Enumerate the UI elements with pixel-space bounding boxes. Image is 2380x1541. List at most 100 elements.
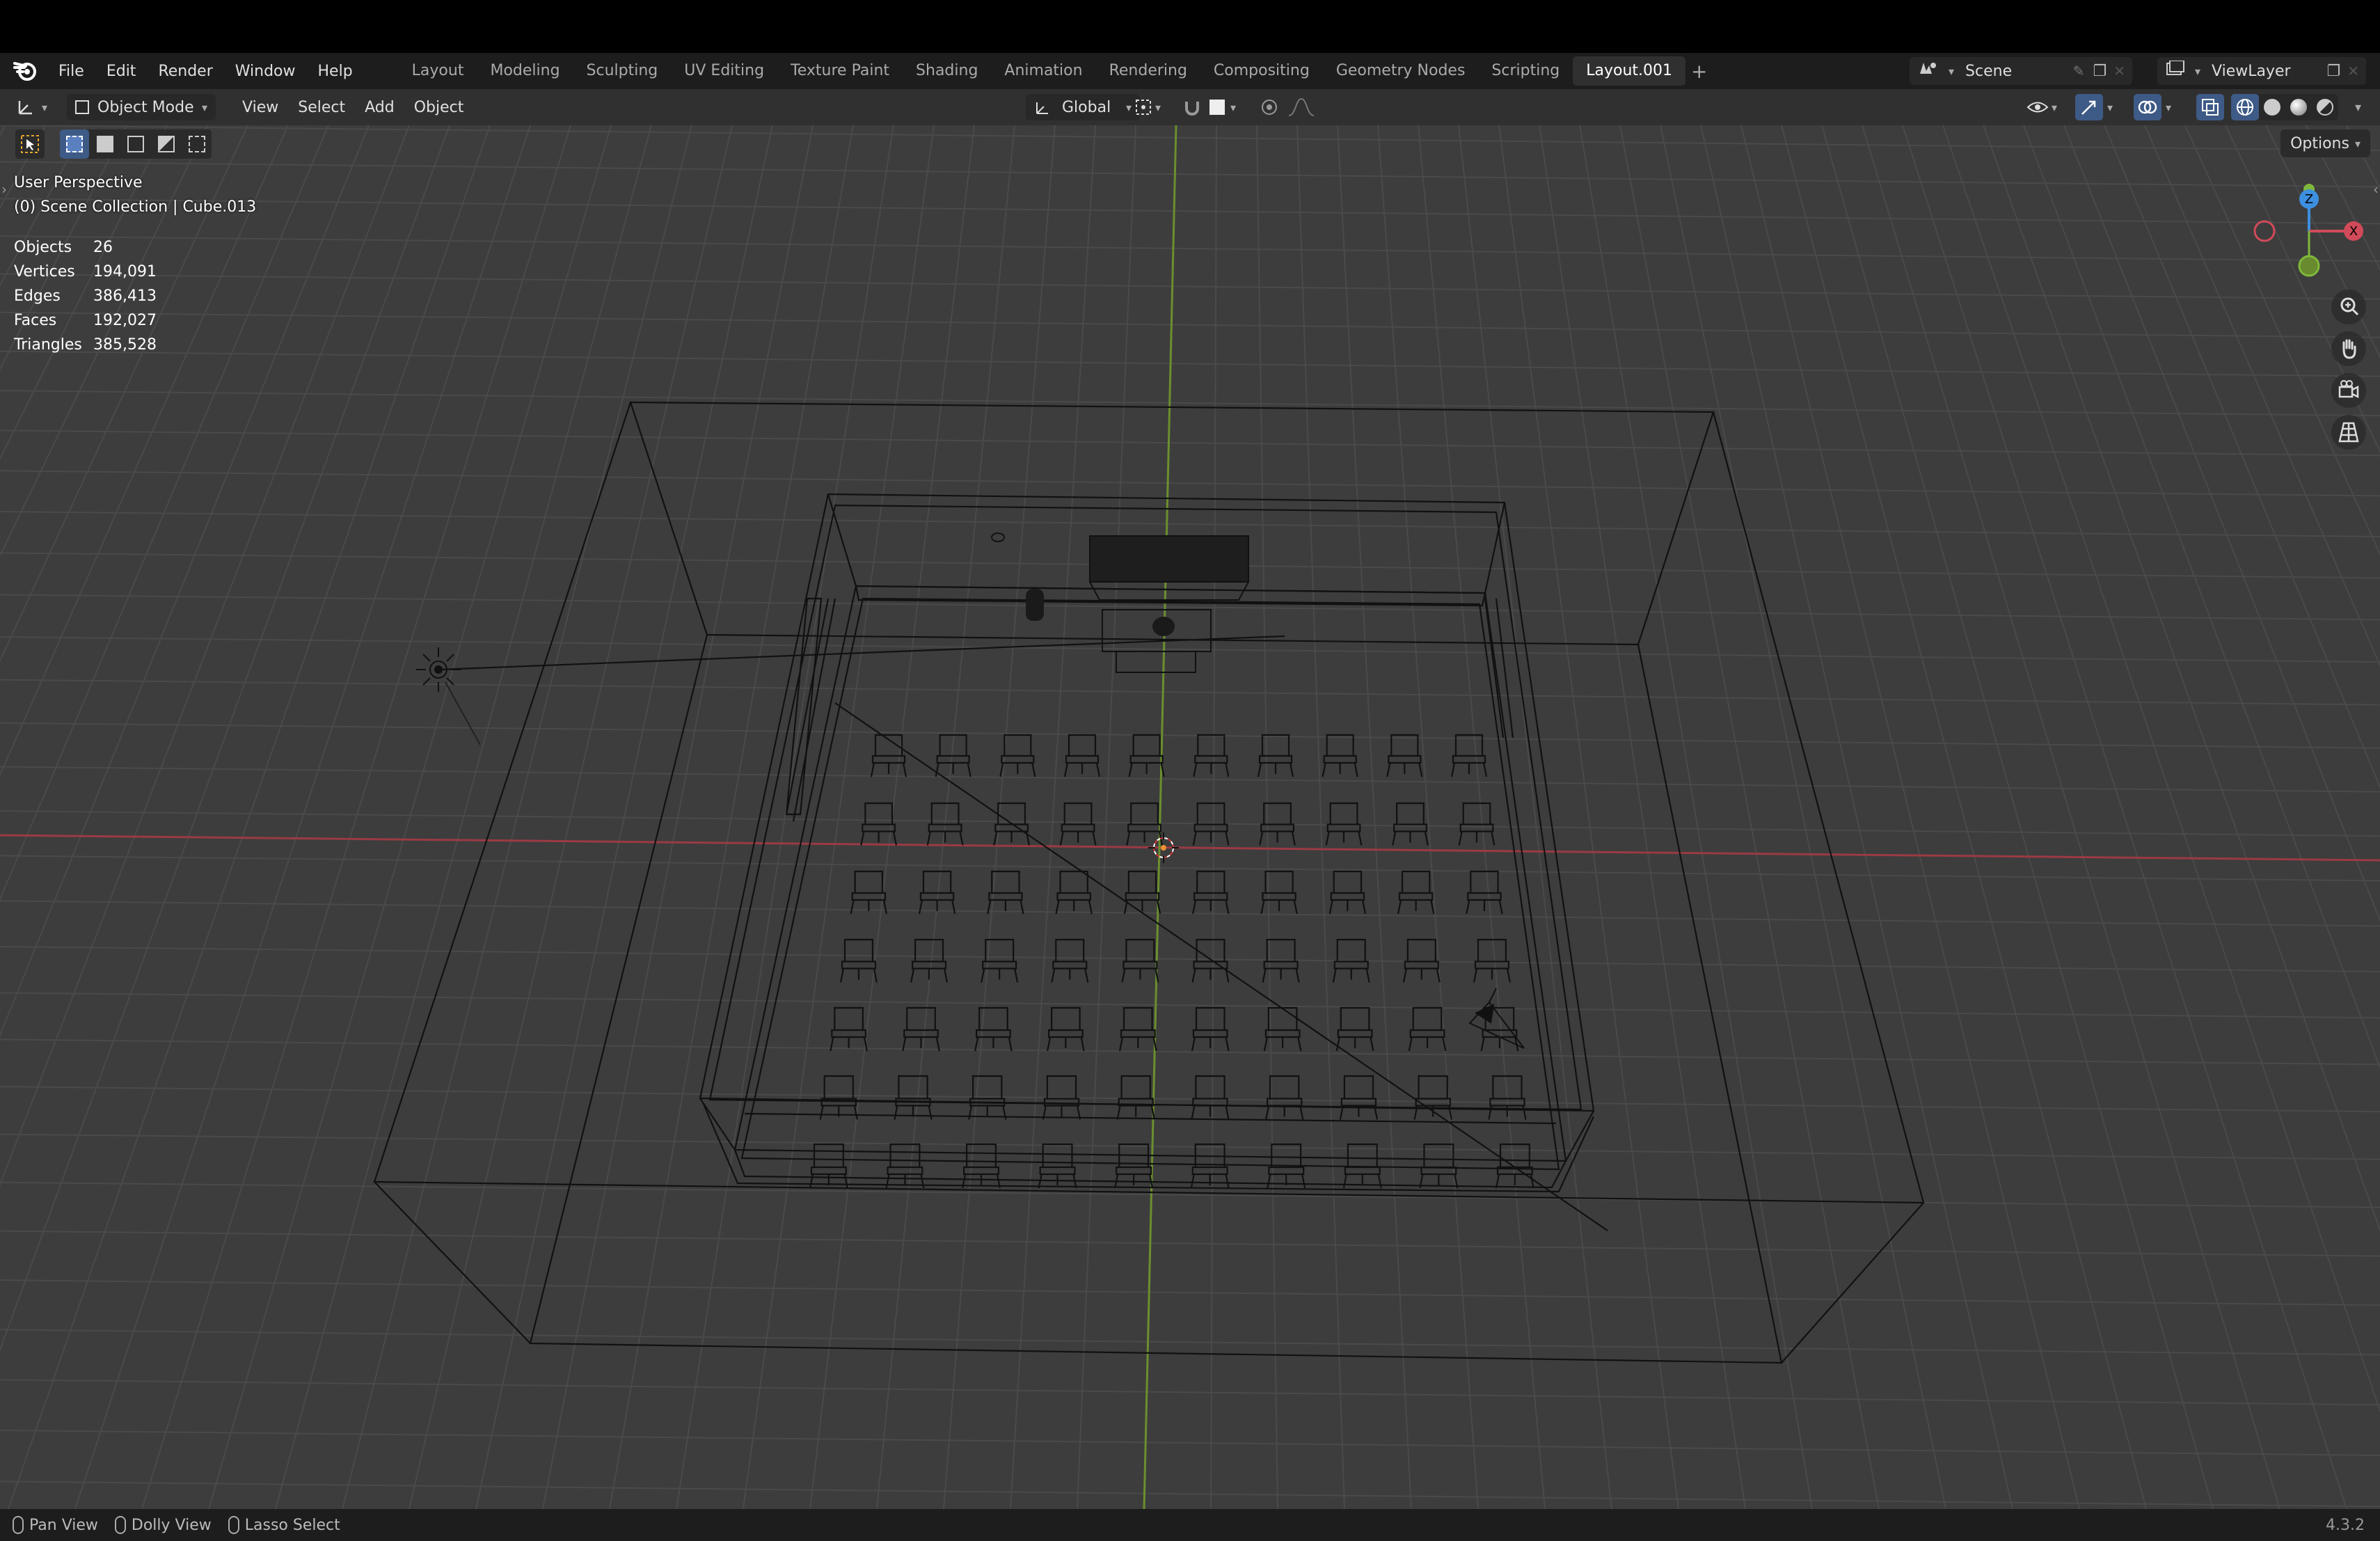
tab-animation[interactable]: Animation	[991, 56, 1095, 86]
solid-sphere-icon	[2264, 99, 2280, 116]
camera-view-button[interactable]	[2331, 373, 2366, 408]
stat-row: Vertices 194,091	[14, 260, 157, 284]
selection-extend-button[interactable]	[90, 129, 120, 159]
scene-name[interactable]: Scene	[1965, 63, 2012, 80]
perspective-toggle-button[interactable]	[2331, 415, 2366, 450]
axis-icon	[18, 101, 32, 115]
workspace-tabs: Layout Modeling Sculpting UV Editing Tex…	[399, 53, 1708, 89]
material-shading-button[interactable]	[2285, 99, 2312, 116]
menu-help[interactable]: Help	[307, 63, 364, 80]
tab-geometry-nodes[interactable]: Geometry Nodes	[1323, 56, 1479, 86]
scene-selector[interactable]: ▾ Scene ✎ ❐ ✕	[1910, 57, 2132, 85]
view-layer-name[interactable]: ViewLayer	[2212, 63, 2291, 80]
tab-layout-001[interactable]: Layout.001	[1573, 56, 1686, 86]
pivot-icon	[1136, 100, 1151, 115]
tab-rendering[interactable]: Rendering	[1096, 56, 1200, 86]
orientation-label: Global	[1062, 98, 1111, 116]
tab-modeling[interactable]: Modeling	[477, 56, 573, 86]
tab-layout[interactable]: Layout	[399, 56, 477, 86]
navigation-gizmo[interactable]: Z X	[2248, 181, 2373, 292]
extend-selection-icon	[97, 136, 113, 152]
close-icon[interactable]: ✕	[2347, 63, 2359, 79]
invert-selection-icon	[158, 136, 175, 152]
rendered-shading-button[interactable]	[2312, 99, 2338, 116]
mouse-icon	[13, 1516, 24, 1534]
status-bar: Pan View Dolly View Lasso Select 4.3.2	[0, 1509, 2380, 1541]
tab-uv-editing[interactable]: UV Editing	[671, 56, 777, 86]
chevron-down-icon: ▾	[2052, 100, 2058, 114]
mode-selector[interactable]: Object Mode ▾	[57, 94, 225, 120]
pan-button[interactable]	[2331, 331, 2366, 366]
zoom-button[interactable]	[2331, 290, 2366, 324]
3d-viewport[interactable]: Options ▾ User Perspective (0) Scene Col…	[0, 125, 2380, 1509]
eye-icon	[2026, 102, 2049, 113]
title-bar	[0, 0, 2380, 53]
proportional-icon	[1262, 100, 1277, 115]
proportional-editing-toggle[interactable]	[1260, 97, 1315, 117]
pivot-point-button[interactable]: ▾	[1133, 97, 1161, 118]
shading-mode-group	[2231, 94, 2338, 120]
menu-view[interactable]: View	[232, 99, 288, 116]
gizmo-y-axis-icon[interactable]	[2298, 255, 2320, 277]
gizmo-z-label: Z	[2305, 192, 2313, 207]
gizmo-x-negative-icon[interactable]	[2253, 220, 2276, 242]
gizmos-toggle[interactable]: ▾	[2075, 94, 2113, 120]
transform-orientation-selector[interactable]: Global ▾	[1016, 94, 1150, 120]
view-layer-selector[interactable]: ▾ ViewLayer ❐ ✕	[2157, 57, 2366, 85]
tab-scripting[interactable]: Scripting	[1478, 56, 1573, 86]
overlays-toggle[interactable]: ▾	[2134, 94, 2171, 120]
mode-label: Object Mode	[97, 98, 194, 116]
material-sphere-icon	[2290, 99, 2307, 116]
tab-compositing[interactable]: Compositing	[1200, 56, 1323, 86]
status-label: Dolly View	[131, 1516, 212, 1534]
close-icon[interactable]: ✕	[2113, 63, 2125, 79]
editor-type-button[interactable]: ▾	[6, 97, 57, 118]
snap-target-button[interactable]: ▾	[1209, 100, 1236, 115]
scene-statistics: Objects 26 Vertices 194,091 Edges 386,413 F…	[14, 235, 157, 357]
visibility-selector[interactable]: ▾	[2026, 98, 2057, 116]
new-view-layer-icon[interactable]: ❐	[2327, 63, 2341, 80]
tab-sculpting[interactable]: Sculpting	[573, 56, 672, 86]
selection-subtract-button[interactable]	[121, 129, 150, 159]
select-tool-button[interactable]	[15, 129, 45, 159]
selection-intersect-button[interactable]	[182, 129, 212, 159]
options-dropdown[interactable]: Options ▾	[2280, 129, 2370, 157]
xray-toggle[interactable]	[2196, 94, 2224, 120]
view-layer-icon	[2166, 60, 2185, 81]
add-workspace-button[interactable]: +	[1691, 60, 1707, 83]
blender-logo-icon[interactable]	[13, 58, 38, 84]
menu-window[interactable]: Window	[224, 63, 307, 80]
snap-toggle[interactable]	[1180, 95, 1204, 119]
menu-add[interactable]: Add	[355, 99, 404, 116]
tab-shading[interactable]: Shading	[903, 56, 991, 86]
version-label: 4.3.2	[2326, 1516, 2365, 1534]
menu-file[interactable]: File	[47, 63, 95, 80]
stat-label: Faces	[14, 312, 57, 329]
toolbar-toggle-arrow[interactable]: ›	[1, 181, 7, 198]
menu-render[interactable]: Render	[147, 63, 223, 80]
camera-icon	[2338, 380, 2359, 399]
selection-new-button[interactable]	[60, 129, 89, 159]
stat-value: 194,091	[93, 263, 157, 280]
wireframe-shading-button[interactable]	[2231, 94, 2259, 120]
menu-select[interactable]: Select	[288, 99, 355, 116]
stat-value: 26	[93, 239, 113, 256]
shading-options-chevron-icon[interactable]: ▾	[2355, 100, 2361, 115]
pin-icon[interactable]: ✎	[2073, 63, 2085, 79]
active-collection-label: (0) Scene Collection | Cube.013	[14, 198, 257, 216]
stat-label: Triangles	[14, 336, 82, 354]
tab-texture-paint[interactable]: Texture Paint	[777, 56, 903, 86]
viewport-scene[interactable]	[0, 125, 2380, 1509]
selection-invert-button[interactable]	[152, 129, 181, 159]
new-scene-icon[interactable]: ❐	[2093, 63, 2107, 80]
stat-label: Vertices	[14, 263, 75, 280]
chevron-down-icon: ▾	[202, 100, 208, 114]
selection-mode-group	[60, 129, 212, 159]
new-selection-icon	[66, 136, 83, 152]
menu-edit[interactable]: Edit	[95, 63, 148, 80]
menu-object[interactable]: Object	[404, 99, 474, 116]
object-mode-icon	[75, 100, 90, 114]
stat-value: 192,027	[93, 312, 157, 329]
sidebar-toggle-arrow[interactable]: ‹	[2373, 181, 2379, 198]
solid-shading-button[interactable]	[2259, 99, 2285, 116]
